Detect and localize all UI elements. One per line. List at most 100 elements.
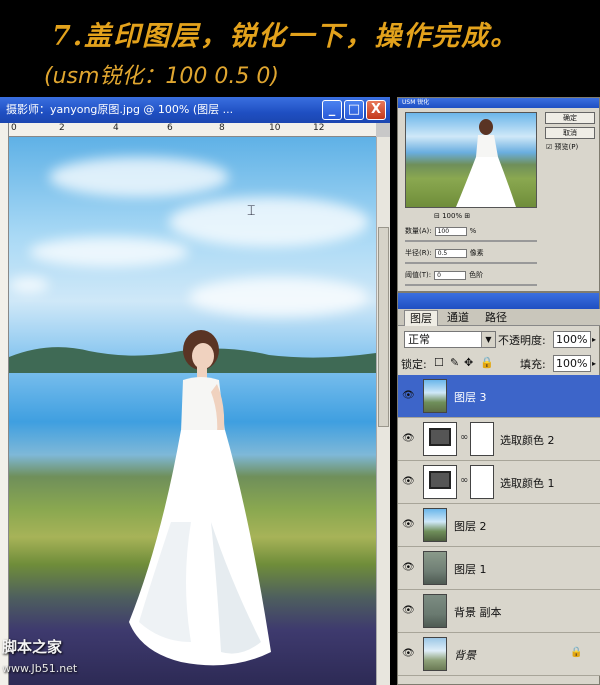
blend-mode-value: 正常 bbox=[408, 333, 430, 346]
fill-arrow-icon[interactable]: ▸ bbox=[592, 355, 600, 372]
layer-row-background[interactable]: 👁 背景 🔒 bbox=[398, 633, 600, 676]
ruler-tick: 12 bbox=[313, 123, 325, 133]
link-chain-icon: ∞ bbox=[460, 475, 469, 486]
layer-name: 背景 bbox=[454, 649, 476, 662]
ruler-tick: 0 bbox=[11, 123, 17, 133]
layer-row-background-copy[interactable]: 👁 背景 副本 bbox=[398, 590, 600, 633]
ruler-tick: 2 bbox=[59, 123, 65, 133]
usm-threshold-label: 阈值(T): bbox=[405, 271, 432, 279]
eye-icon[interactable]: 👁 bbox=[402, 476, 415, 488]
adjustment-thumbnail bbox=[423, 422, 457, 456]
horizontal-ruler: 0 2 4 6 8 10 12 bbox=[9, 123, 376, 137]
layer-list: 👁 图层 3 👁 ∞ 选取颜色 2 👁 ∞ 选取颜色 1 👁 图层 2 👁 图层 bbox=[398, 375, 600, 676]
layer-name: 选取颜色 2 bbox=[500, 434, 555, 447]
lock-label: 锁定: bbox=[401, 358, 427, 371]
layer-thumbnail bbox=[423, 508, 447, 542]
layer-name: 图层 2 bbox=[454, 520, 487, 533]
opacity-arrow-icon[interactable]: ▸ bbox=[592, 331, 600, 348]
layers-panel-titlebar[interactable] bbox=[398, 293, 599, 309]
lock-icon: 🔒 bbox=[570, 647, 583, 658]
lock-fill-row: 锁定: ☐ ✎ ✥ 🔒 填充: 100% ▸ bbox=[398, 353, 600, 375]
eye-icon[interactable]: 👁 bbox=[402, 648, 415, 660]
opacity-field[interactable]: 100% bbox=[553, 331, 591, 348]
usm-threshold-unit: 色阶 bbox=[469, 271, 484, 279]
layer-mask-thumbnail bbox=[470, 422, 494, 456]
fill-field[interactable]: 100% bbox=[553, 355, 591, 372]
document-titlebar[interactable]: 摄影师：yanyong原图.jpg @ 100% (图层 ... _ □ X bbox=[0, 97, 390, 123]
layer-thumbnail bbox=[423, 637, 447, 671]
document-title: 摄影师：yanyong原图.jpg @ 100% (图层 ... bbox=[6, 103, 234, 116]
step-subtitle: (usm锐化：100 0.5 0) bbox=[44, 64, 279, 89]
layers-panel: 图层 通道 路径 正常 ▼ 不透明度: 100% ▸ 锁定: ☐ ✎ ✥ 🔒 填… bbox=[397, 292, 600, 685]
layer-row-selective-color-1[interactable]: 👁 ∞ 选取颜色 1 bbox=[398, 461, 600, 504]
tab-layers[interactable]: 图层 bbox=[404, 310, 438, 326]
layer-name: 背景 副本 bbox=[454, 606, 502, 619]
layer-thumbnail bbox=[423, 594, 447, 628]
usm-preview-label: 预览(P) bbox=[554, 143, 579, 151]
chevron-down-icon: ▼ bbox=[481, 332, 495, 347]
usm-zoom-value: 100% bbox=[442, 212, 463, 220]
usm-radius-row: 半径(R): 0.5 像素 bbox=[405, 248, 484, 258]
usm-amount-slider[interactable] bbox=[405, 240, 537, 242]
usm-radius-field[interactable]: 0.5 bbox=[434, 248, 467, 258]
layer-name: 选取颜色 1 bbox=[500, 477, 555, 490]
layer-thumbnail bbox=[423, 379, 447, 413]
usm-ok-button[interactable]: 确定 bbox=[545, 112, 595, 124]
bride-figure bbox=[129, 330, 271, 666]
eye-icon[interactable]: 👁 bbox=[402, 390, 415, 402]
blend-mode-select[interactable]: 正常 ▼ bbox=[404, 331, 496, 348]
lock-paint-icon[interactable]: ✎ bbox=[450, 356, 459, 369]
layer-row-layer3[interactable]: 👁 图层 3 bbox=[398, 375, 600, 418]
text-cursor-icon: ⌶ bbox=[247, 203, 256, 219]
usm-threshold-row: 阈值(T): 0 色阶 bbox=[405, 270, 483, 280]
usm-sharpen-dialog: USM 锐化 确定 取消 ☑ 预览(P) ⊟ 100% ⊞ 数量(A): 100%… bbox=[397, 97, 600, 292]
usm-dialog-title: USM 锐化 bbox=[398, 98, 599, 108]
usm-amount-unit: % bbox=[469, 227, 477, 235]
wedding-photo-canvas[interactable]: ⌶ bbox=[9, 137, 376, 685]
watermark-url: www.Jb51.net bbox=[2, 662, 78, 675]
minimize-button[interactable]: _ bbox=[322, 100, 342, 120]
tutorial-banner: 7.盖印图层，锐化一下，操作完成。 (usm锐化：100 0.5 0) bbox=[0, 0, 600, 95]
scrollbar-thumb[interactable] bbox=[378, 227, 389, 427]
fill-label: 填充: bbox=[520, 358, 546, 371]
step-title: 7.盖印图层，锐化一下，操作完成。 bbox=[52, 21, 520, 52]
eye-icon[interactable]: 👁 bbox=[402, 605, 415, 617]
layer-row-selective-color-2[interactable]: 👁 ∞ 选取颜色 2 bbox=[398, 418, 600, 461]
vertical-scrollbar[interactable] bbox=[376, 137, 390, 685]
usm-preview-checkbox[interactable]: ☑ 预览(P) bbox=[546, 142, 578, 152]
usm-threshold-field[interactable]: 0 bbox=[434, 270, 467, 280]
layer-mask-thumbnail bbox=[470, 465, 494, 499]
layer-name: 图层 1 bbox=[454, 563, 487, 576]
ruler-tick: 6 bbox=[167, 123, 173, 133]
tab-channels[interactable]: 通道 bbox=[442, 310, 474, 326]
usm-radius-slider[interactable] bbox=[405, 262, 537, 264]
lock-transparency-icon[interactable]: ☐ bbox=[434, 356, 444, 369]
layer-name: 图层 3 bbox=[454, 391, 487, 404]
vertical-ruler bbox=[0, 123, 9, 685]
lock-all-icon[interactable]: 🔒 bbox=[480, 356, 494, 369]
usm-amount-label: 数量(A): bbox=[405, 227, 432, 235]
eye-icon[interactable]: 👁 bbox=[402, 519, 415, 531]
panel-tabs: 图层 通道 路径 bbox=[398, 309, 600, 326]
ruler-tick: 4 bbox=[113, 123, 119, 133]
watermark-site: 脚本之家 bbox=[2, 638, 63, 656]
layer-row-layer1[interactable]: 👁 图层 1 bbox=[398, 547, 600, 590]
usm-cancel-button[interactable]: 取消 bbox=[545, 127, 595, 139]
adjustment-thumbnail bbox=[423, 465, 457, 499]
preview-bride-figure bbox=[456, 119, 516, 207]
blend-opacity-row: 正常 ▼ 不透明度: 100% ▸ bbox=[398, 329, 600, 351]
document-window: 摄影师：yanyong原图.jpg @ 100% (图层 ... _ □ X 0… bbox=[0, 97, 390, 685]
usm-zoom-level: ⊟ 100% ⊞ bbox=[434, 212, 471, 220]
lock-move-icon[interactable]: ✥ bbox=[464, 356, 473, 369]
eye-icon[interactable]: 👁 bbox=[402, 562, 415, 574]
usm-preview-image[interactable] bbox=[405, 112, 537, 208]
tab-paths[interactable]: 路径 bbox=[480, 310, 512, 326]
close-button[interactable]: X bbox=[366, 100, 386, 120]
layer-row-layer2[interactable]: 👁 图层 2 bbox=[398, 504, 600, 547]
usm-radius-label: 半径(R): bbox=[405, 249, 432, 257]
ruler-tick: 10 bbox=[269, 123, 281, 133]
usm-threshold-slider[interactable] bbox=[405, 284, 537, 286]
eye-icon[interactable]: 👁 bbox=[402, 433, 415, 445]
usm-amount-field[interactable]: 100 bbox=[434, 226, 467, 236]
maximize-button[interactable]: □ bbox=[344, 100, 364, 120]
